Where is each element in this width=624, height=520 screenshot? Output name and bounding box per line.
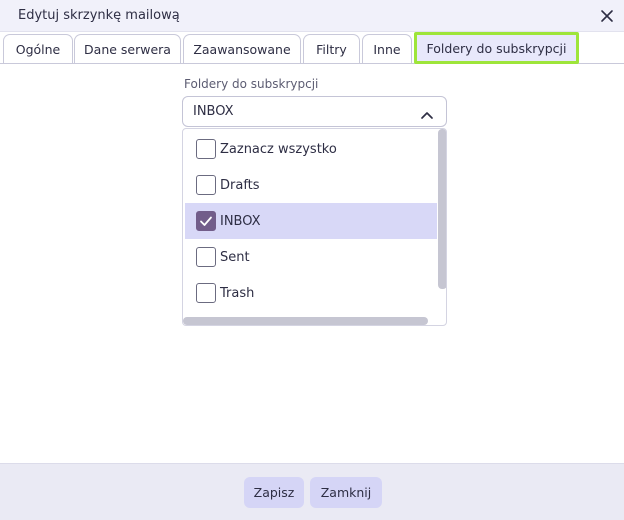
folders-field-label: Foldery do subskrypcji [184,77,319,91]
dialog-title: Edytuj skrzynkę mailową [18,8,180,23]
option-label: Trash [220,285,255,301]
option-label: Sent [220,249,250,265]
tab-bar: Ogólne Dane serwera Zaawansowane Filtry … [0,32,624,64]
option-inbox[interactable]: INBOX [185,203,437,239]
option-sent[interactable]: Sent [185,239,437,275]
dialog-footer: Zapisz Zamknij [0,463,624,520]
close-button[interactable]: Zamknij [310,477,382,508]
tab-general[interactable]: Ogólne [3,34,73,63]
option-label: INBOX [220,213,261,229]
checkbox-inbox[interactable] [196,211,216,231]
horizontal-scrollbar[interactable] [183,317,428,325]
folders-select[interactable]: INBOX [182,96,447,127]
option-trash[interactable]: Trash [185,275,437,311]
vertical-scrollbar[interactable] [438,129,446,289]
option-drafts[interactable]: Drafts [185,167,437,203]
dialog-titlebar: Edytuj skrzynkę mailową [0,0,624,32]
tab-advanced[interactable]: Zaawansowane [183,34,301,63]
tab-filters[interactable]: Filtry [303,34,360,63]
option-label: Drafts [220,177,260,193]
checkbox-sent[interactable] [196,247,216,267]
chevron-up-icon[interactable] [420,106,434,119]
folders-select-value: INBOX [193,104,234,119]
tab-subscription-folders[interactable]: Foldery do subskrypcji [414,32,579,64]
tab-other[interactable]: Inne [362,34,412,63]
checkbox-drafts[interactable] [196,175,216,195]
checkbox-select-all[interactable] [196,139,216,159]
close-icon[interactable] [596,5,618,27]
option-label: Zaznacz wszystko [220,141,337,157]
option-select-all[interactable]: Zaznacz wszystko [185,131,437,167]
folders-dropdown-list: Zaznacz wszystko Drafts INBOX Sent Trash [182,128,447,326]
checkbox-trash[interactable] [196,283,216,303]
save-button[interactable]: Zapisz [244,477,304,508]
tab-server-data[interactable]: Dane serwera [74,34,181,63]
checkmark-icon [200,216,212,226]
